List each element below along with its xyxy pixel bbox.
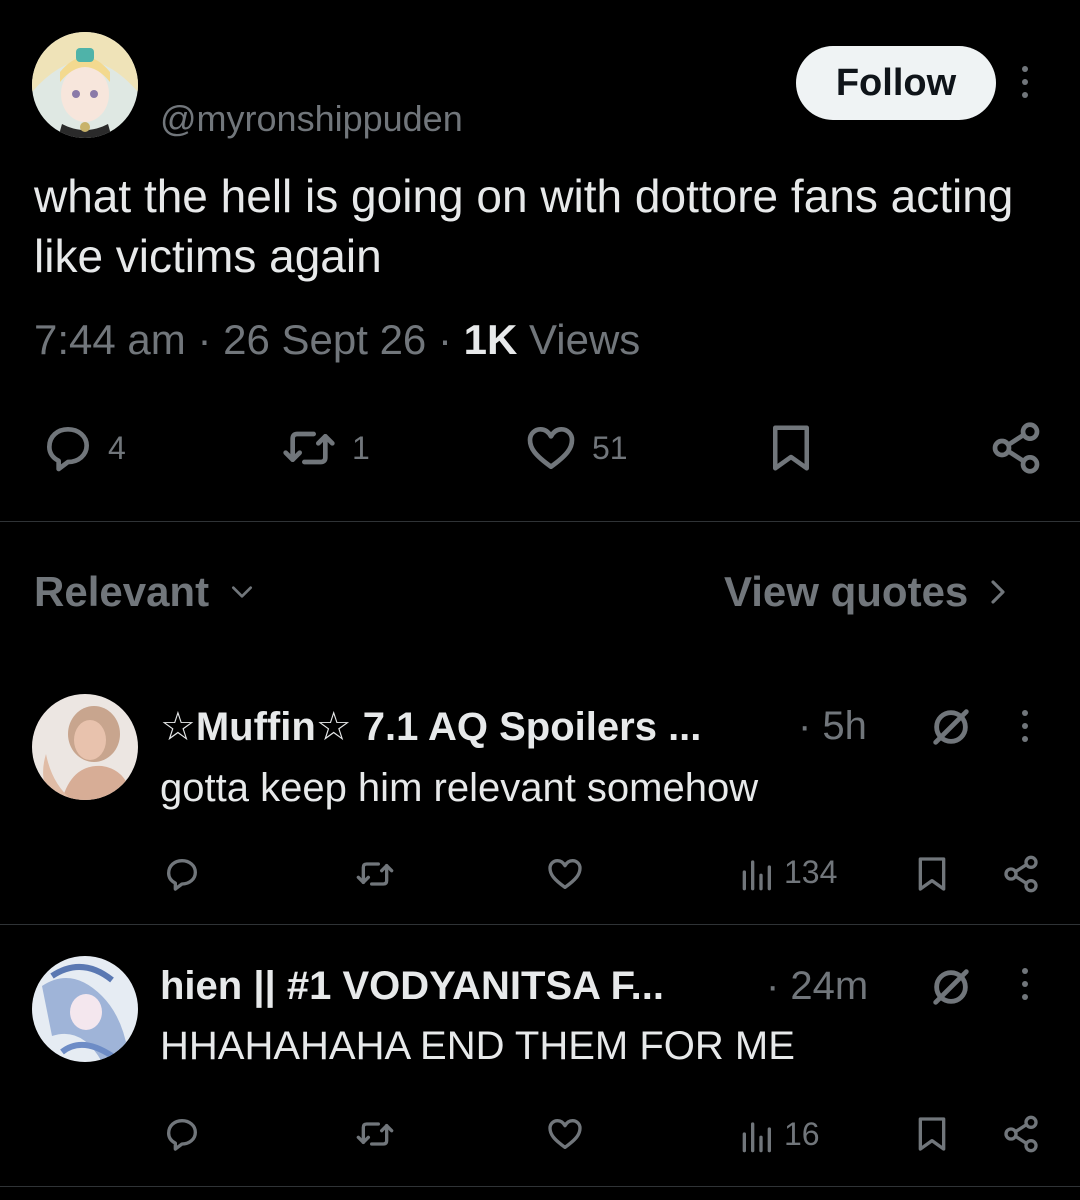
reply-time: · 24m xyxy=(766,964,869,1008)
views-count: 134 xyxy=(784,853,838,890)
repost-action[interactable] xyxy=(352,1114,398,1154)
views-action[interactable]: 16 xyxy=(738,1114,820,1154)
author-handle[interactable]: @myronshippuden xyxy=(160,98,463,140)
chevron-right-icon xyxy=(991,580,1005,604)
divider xyxy=(0,521,1080,522)
views-label: Views xyxy=(529,316,641,363)
reply-author-name[interactable]: hien || #1 VODYANITSA F... xyxy=(160,964,664,1009)
reply-avatar[interactable] xyxy=(32,694,138,800)
reply-text: gotta keep him relevant somehow xyxy=(160,766,759,810)
share-icon xyxy=(1004,1115,1038,1153)
like-count: 51 xyxy=(592,429,628,466)
post-time: 7:44 am xyxy=(34,316,186,363)
reply-icon xyxy=(47,427,89,472)
reply-text: HHAHAHAHA END THEM FOR ME xyxy=(160,1024,795,1068)
meta-separator: · xyxy=(197,316,212,363)
bookmark-icon xyxy=(918,857,946,891)
repost-icon xyxy=(356,862,394,886)
share-icon xyxy=(1004,855,1038,893)
like-action[interactable]: 51 xyxy=(520,420,628,476)
share-action[interactable] xyxy=(1000,854,1042,894)
views-icon xyxy=(742,860,771,891)
bookmark-icon xyxy=(773,425,809,471)
repost-action[interactable] xyxy=(352,854,398,894)
sort-label: Relevant xyxy=(34,568,210,615)
post-text: what the hell is going on with dottore f… xyxy=(34,170,1014,282)
reply-avatar[interactable] xyxy=(32,956,138,1062)
view-quotes-label: View quotes xyxy=(724,568,969,615)
views-count: 1K xyxy=(463,316,518,363)
muted-icon xyxy=(928,964,974,1015)
like-icon xyxy=(548,1119,582,1149)
reply-author-name[interactable]: ☆Muffin☆ 7.1 AQ Spoilers ... xyxy=(160,704,701,750)
author-avatar[interactable] xyxy=(32,32,138,138)
like-action[interactable] xyxy=(542,1114,588,1154)
views-count: 16 xyxy=(784,1115,820,1152)
views-icon xyxy=(742,1122,771,1153)
repost-action[interactable]: 1 xyxy=(276,420,370,476)
more-icon[interactable] xyxy=(1022,66,1028,98)
reply-action[interactable]: 4 xyxy=(38,420,126,476)
reply-icon xyxy=(167,859,197,891)
meta-separator: · xyxy=(437,316,452,363)
views-action[interactable]: 134 xyxy=(738,852,837,892)
share-action[interactable] xyxy=(988,420,1044,476)
repost-icon xyxy=(283,431,335,465)
more-icon[interactable] xyxy=(1022,710,1028,742)
repost-icon xyxy=(356,1122,394,1146)
more-icon[interactable] xyxy=(1022,968,1028,1000)
reply-icon xyxy=(167,1119,197,1151)
post-meta: 7:44 am · 26 Sept 26 · 1K Views xyxy=(34,316,640,364)
like-icon xyxy=(527,427,575,469)
follow-button[interactable]: Follow xyxy=(796,46,996,120)
divider xyxy=(0,1186,1080,1187)
post-date: 26 Sept 26 xyxy=(223,316,427,363)
like-action[interactable] xyxy=(542,854,588,894)
chevron-down-icon xyxy=(232,586,253,598)
view-quotes-link[interactable]: View quotes xyxy=(724,568,1008,616)
muted-icon xyxy=(928,704,974,755)
bookmark-action[interactable] xyxy=(912,854,952,894)
reply-action[interactable] xyxy=(160,1114,204,1154)
repost-count: 1 xyxy=(352,429,370,466)
bookmark-action[interactable] xyxy=(764,420,818,476)
bookmark-icon xyxy=(918,1117,946,1151)
reply-action[interactable] xyxy=(160,854,204,894)
reply-count: 4 xyxy=(108,429,126,466)
sort-dropdown[interactable]: Relevant xyxy=(34,568,255,616)
share-action[interactable] xyxy=(1000,1114,1042,1154)
like-icon xyxy=(548,859,582,889)
share-icon xyxy=(992,422,1040,474)
bookmark-action[interactable] xyxy=(912,1114,952,1154)
divider xyxy=(0,924,1080,925)
reply-time: · 5h xyxy=(798,704,867,748)
